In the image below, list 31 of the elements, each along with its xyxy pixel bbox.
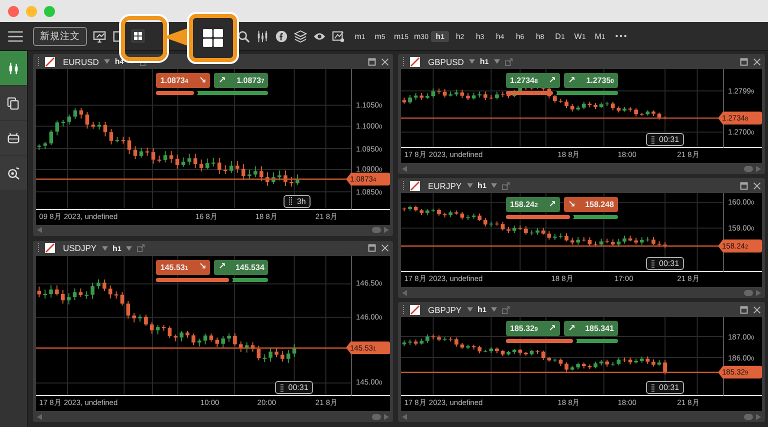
countdown-tag: 3h bbox=[284, 194, 311, 208]
quote-button[interactable]: 158.24$_{2}$ ↗ bbox=[506, 197, 560, 212]
quote-button[interactable]: 1.0873$_{4}$ ↘ bbox=[156, 73, 210, 88]
countdown-tag: 00:31 bbox=[275, 381, 314, 394]
countdown-tag: 00:31 bbox=[646, 381, 684, 394]
arrow-icon: ↘ bbox=[568, 200, 576, 210]
quote-button[interactable]: ↗ 1.0873$_{7}$ bbox=[214, 73, 268, 88]
arrow-icon: ↗ bbox=[218, 262, 226, 272]
quote-button[interactable]: 185.32$_{9}$ ↗ bbox=[506, 321, 560, 336]
quote-button[interactable]: ↗ 185.341 bbox=[564, 321, 618, 336]
countdown-tag: 00:31 bbox=[646, 257, 684, 270]
symbol-label[interactable]: USDJPY bbox=[63, 243, 97, 253]
arrow-icon: ↗ bbox=[218, 76, 226, 86]
quote-button[interactable]: 145.53$_{1}$ ↘ bbox=[156, 260, 210, 274]
quote-button[interactable]: 1.2734$_{8}$ ↗ bbox=[506, 73, 560, 88]
countdown-tag: 00:31 bbox=[646, 133, 684, 146]
quote-button[interactable]: ↗ 1.2735$_{0}$ bbox=[564, 73, 618, 88]
symbol-label[interactable]: GBPUSD bbox=[428, 56, 464, 66]
symbol-label[interactable]: EURJPY bbox=[428, 180, 462, 190]
quote-button[interactable]: ↘ 158.248 bbox=[564, 197, 618, 212]
quote-button[interactable]: ↗ 145.534 bbox=[214, 260, 268, 274]
arrow-icon: ↗ bbox=[548, 324, 556, 334]
symbol-label[interactable]: EURUSD bbox=[63, 56, 99, 66]
new-order-button[interactable]: 新規注文 bbox=[33, 26, 87, 46]
arrow-icon: ↗ bbox=[568, 76, 576, 86]
arrow-icon: ↗ bbox=[568, 324, 576, 334]
arrow-icon: ↘ bbox=[198, 262, 206, 272]
arrow-icon: ↗ bbox=[548, 76, 556, 86]
arrow-icon: ↗ bbox=[548, 200, 556, 210]
symbol-label[interactable]: GBPJPY bbox=[428, 304, 462, 314]
arrow-icon: ↘ bbox=[198, 76, 206, 86]
